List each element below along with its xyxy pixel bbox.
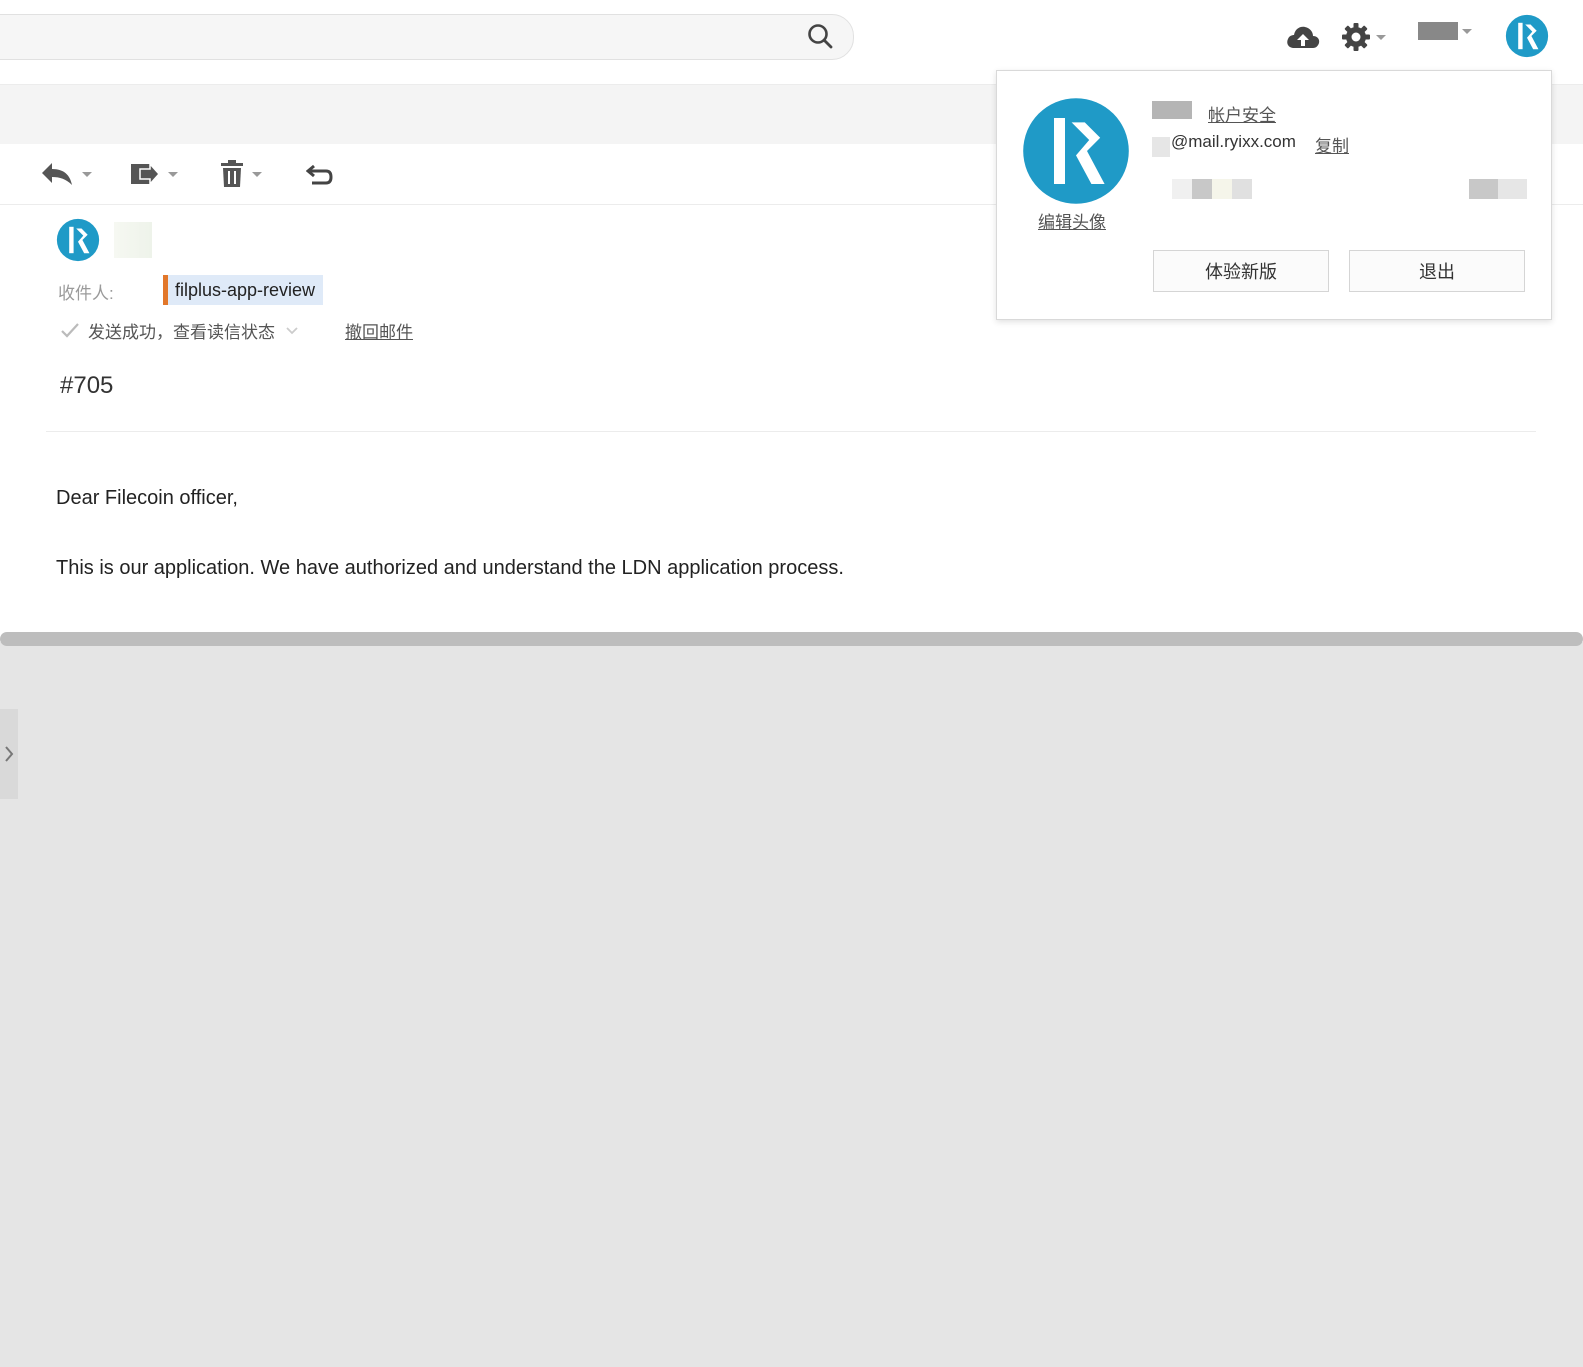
move-button[interactable] [130,158,178,190]
send-status-text: 发送成功，查看读信状态 [88,323,275,342]
chevron-down-icon [286,326,298,334]
avatar[interactable] [1505,14,1549,58]
check-icon [61,322,79,338]
cloud-upload-icon[interactable] [1285,22,1321,52]
user-name-redacted [1152,101,1192,119]
email-prefix-redacted [1152,137,1170,157]
move-icon [131,162,160,186]
mail-subject: #705 [60,372,114,399]
body-greeting: Dear Filecoin officer, [56,487,238,509]
recipient-label: 收件人: [58,284,114,303]
account-security-link[interactable]: 帐户安全 [1208,101,1276,126]
sender-name-redacted [114,222,152,258]
account-name-menu[interactable] [1418,22,1472,40]
try-new-version-button[interactable]: 体验新版 [1153,250,1329,292]
settings-menu[interactable] [1340,21,1386,53]
profile-avatar[interactable] [1021,96,1131,206]
chevron-down-icon [1462,28,1472,34]
storage-value-redacted [1469,179,1527,199]
chevron-down-icon [1376,34,1386,40]
search-input[interactable] [0,14,854,60]
undo-button[interactable] [306,158,334,190]
trash-icon [221,160,243,187]
horizontal-scrollbar[interactable] [0,632,1583,646]
send-status[interactable]: 发送成功，查看读信状态 [60,318,299,343]
body-paragraph: This is our application. We have authori… [56,557,844,579]
sender-avatar[interactable] [56,218,100,262]
logout-button[interactable]: 退出 [1349,250,1525,292]
expand-sidebar-button[interactable] [0,709,18,799]
chevron-down-icon [168,171,178,177]
chevron-down-icon [252,171,262,177]
chevron-right-icon [5,746,14,762]
account-email: @mail.ryixx.com [1171,132,1296,151]
gear-icon [1342,23,1370,51]
divider [46,431,1536,432]
delete-button[interactable] [220,158,262,190]
edit-avatar-link[interactable]: 编辑头像 [1038,208,1106,233]
account-popup: 编辑头像 帐户安全 @mail.ryixx.com 复制 体验新版 退出 [996,70,1552,320]
recipient-chip[interactable]: filplus-app-review [163,275,324,305]
reply-button[interactable] [40,158,92,190]
account-name-redacted [1418,22,1458,40]
copy-email-link[interactable]: 复制 [1315,132,1349,157]
recall-mail-link[interactable]: 撤回邮件 [345,318,413,343]
reply-icon [40,163,72,185]
chevron-down-icon [82,171,92,177]
undo-icon [306,164,333,185]
search-icon[interactable] [806,22,834,50]
storage-info-redacted [1172,179,1252,199]
